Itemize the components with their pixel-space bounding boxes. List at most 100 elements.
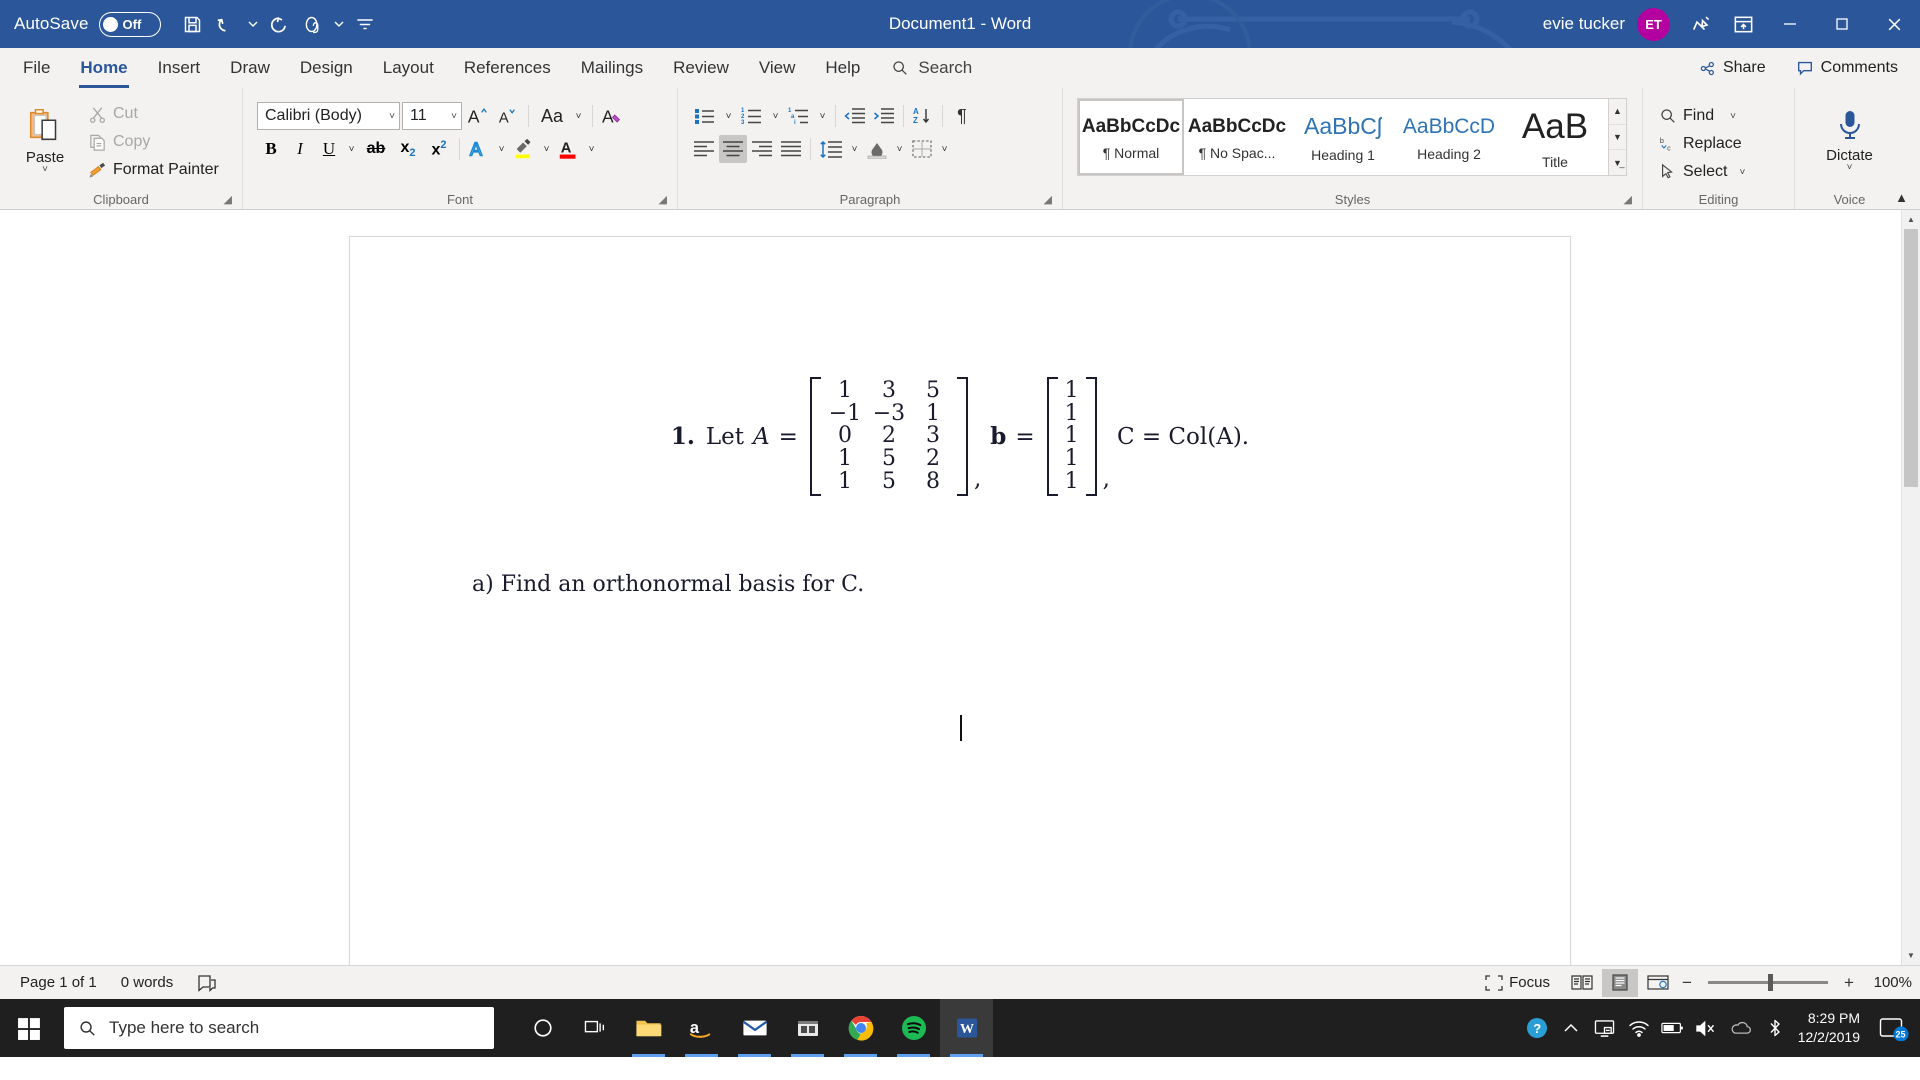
- copy-button[interactable]: Copy: [82, 128, 225, 156]
- document-content[interactable]: 1. Let A = 1 3 5 −1 −3 1 0 2 3 1 5 2 1 5…: [350, 237, 1570, 597]
- align-left-button[interactable]: [690, 135, 718, 163]
- search-input[interactable]: Search: [875, 48, 988, 88]
- borders-button[interactable]: [908, 135, 936, 163]
- minimize-button[interactable]: [1764, 0, 1816, 48]
- autosave-toggle[interactable]: Off: [98, 11, 161, 37]
- font-dialog-launcher[interactable]: ◢: [659, 193, 667, 206]
- mail-icon[interactable]: [728, 999, 781, 1057]
- shading-dropdown-icon[interactable]: ˅: [892, 135, 907, 163]
- dictate-dropdown-icon[interactable]: ˅: [1847, 163, 1853, 173]
- paragraph-dialog-launcher[interactable]: ◢: [1044, 193, 1052, 206]
- align-right-button[interactable]: [748, 135, 776, 163]
- styles-more-icon[interactable]: ▼̲: [1609, 149, 1626, 176]
- touch-mode-dropdown-icon[interactable]: [331, 8, 347, 40]
- line-spacing-dropdown-icon[interactable]: ˅: [847, 135, 862, 163]
- battery-icon[interactable]: [1656, 999, 1690, 1057]
- bold-button[interactable]: B: [257, 135, 285, 163]
- clear-formatting-button[interactable]: A: [599, 102, 627, 130]
- style-item-title[interactable]: AaB Title: [1502, 99, 1608, 175]
- zoom-in-button[interactable]: +: [1840, 973, 1858, 993]
- document-vertical-scrollbar[interactable]: ▲ ▼: [1901, 210, 1920, 965]
- tab-home[interactable]: Home: [65, 48, 142, 88]
- read-mode-button[interactable]: [1564, 969, 1600, 997]
- style-item-heading2[interactable]: AaBbCcD Heading 2: [1396, 99, 1502, 175]
- italic-button[interactable]: I: [286, 135, 314, 163]
- tab-draw[interactable]: Draw: [215, 48, 285, 88]
- show-formatting-marks-button[interactable]: ¶: [948, 102, 976, 130]
- shading-button[interactable]: [863, 135, 891, 163]
- dictate-button[interactable]: Dictate ˅: [1819, 104, 1881, 176]
- font-color-dropdown-icon[interactable]: ˅: [584, 135, 599, 163]
- close-button[interactable]: [1868, 0, 1920, 48]
- increase-indent-button[interactable]: [870, 102, 898, 130]
- font-family-combo[interactable]: Calibri (Body) ˅: [257, 102, 400, 130]
- find-dropdown-icon[interactable]: ˅: [1730, 111, 1736, 122]
- document-page[interactable]: 1. Let A = 1 3 5 −1 −3 1 0 2 3 1 5 2 1 5…: [349, 236, 1571, 965]
- highlight-color-dropdown-icon[interactable]: ˅: [539, 135, 554, 163]
- proofing-errors-icon[interactable]: [185, 969, 229, 997]
- styles-scroll-down-icon[interactable]: ▼: [1609, 123, 1626, 150]
- page-info[interactable]: Page 1 of 1: [8, 969, 109, 997]
- notification-center-button[interactable]: 25: [1872, 999, 1916, 1057]
- subscript-button[interactable]: x2: [393, 135, 423, 163]
- scroll-up-icon[interactable]: ▲: [1902, 210, 1920, 229]
- cut-button[interactable]: Cut: [82, 100, 225, 128]
- avatar[interactable]: ET: [1637, 7, 1670, 41]
- replace-button[interactable]: bc Replace: [1653, 130, 1748, 158]
- format-painter-button[interactable]: Format Painter: [82, 156, 225, 184]
- scrollbar-track[interactable]: [1902, 229, 1920, 946]
- find-button[interactable]: Find ˅: [1653, 102, 1742, 130]
- shrink-font-button[interactable]: A: [494, 102, 522, 130]
- bullets-dropdown-icon[interactable]: ˅: [721, 102, 736, 130]
- comments-button[interactable]: Comments: [1784, 53, 1910, 83]
- taskbar-clock[interactable]: 8:29 PM 12/2/2019: [1792, 1009, 1872, 1047]
- print-layout-button[interactable]: [1602, 968, 1638, 997]
- zoom-level[interactable]: 100%: [1860, 974, 1912, 991]
- file-explorer-icon[interactable]: [622, 999, 675, 1057]
- style-item-normal[interactable]: AaBbCcDc ¶ Normal: [1078, 99, 1184, 175]
- chrome-icon[interactable]: [834, 999, 887, 1057]
- zoom-slider[interactable]: [1708, 974, 1828, 991]
- touch-mode-icon[interactable]: [297, 8, 329, 40]
- decrease-indent-button[interactable]: [841, 102, 869, 130]
- zoom-slider-track[interactable]: [1708, 974, 1828, 991]
- zoom-slider-thumb[interactable]: [1768, 974, 1773, 991]
- tab-review[interactable]: Review: [658, 48, 744, 88]
- justify-button[interactable]: [777, 135, 805, 163]
- display-icon[interactable]: [1588, 999, 1622, 1057]
- numbering-dropdown-icon[interactable]: ˅: [768, 102, 783, 130]
- highlight-color-button[interactable]: [510, 135, 538, 163]
- font-family-dropdown-icon[interactable]: ˅: [389, 111, 395, 122]
- underline-button[interactable]: U: [315, 135, 343, 163]
- clipboard-dialog-launcher[interactable]: ◢: [224, 193, 232, 206]
- scrollbar-thumb[interactable]: [1904, 229, 1918, 487]
- zoom-out-button[interactable]: −: [1678, 973, 1696, 993]
- save-icon[interactable]: [177, 8, 209, 40]
- change-case-button[interactable]: Aa: [535, 102, 569, 130]
- bluetooth-icon[interactable]: [1758, 999, 1792, 1057]
- spotify-icon[interactable]: [887, 999, 940, 1057]
- line-spacing-button[interactable]: [816, 135, 846, 163]
- underline-dropdown-icon[interactable]: ˅: [344, 135, 359, 163]
- tab-file[interactable]: File: [8, 48, 65, 88]
- ribbon-display-options-icon[interactable]: [1680, 4, 1722, 44]
- multilevel-list-button[interactable]: 1ai: [784, 102, 814, 130]
- undo-dropdown-icon[interactable]: [245, 8, 261, 40]
- tab-mailings[interactable]: Mailings: [566, 48, 658, 88]
- share-button[interactable]: Share: [1687, 53, 1778, 83]
- tab-insert[interactable]: Insert: [143, 48, 216, 88]
- undo-icon[interactable]: [211, 8, 243, 40]
- numbering-button[interactable]: 123: [737, 102, 767, 130]
- borders-dropdown-icon[interactable]: ˅: [937, 135, 952, 163]
- style-item-heading1[interactable]: AaBbCʃ Heading 1: [1290, 99, 1396, 175]
- text-effects-dropdown-icon[interactable]: ˅: [494, 135, 509, 163]
- tab-references[interactable]: References: [449, 48, 566, 88]
- redo-icon[interactable]: [263, 8, 295, 40]
- web-layout-button[interactable]: [1640, 969, 1676, 997]
- grow-font-button[interactable]: A: [464, 102, 492, 130]
- align-center-button[interactable]: [719, 135, 747, 163]
- wifi-icon[interactable]: [1622, 999, 1656, 1057]
- font-size-dropdown-icon[interactable]: ˅: [451, 111, 457, 122]
- font-color-button[interactable]: A: [555, 135, 583, 163]
- change-case-dropdown-icon[interactable]: ˅: [571, 102, 586, 130]
